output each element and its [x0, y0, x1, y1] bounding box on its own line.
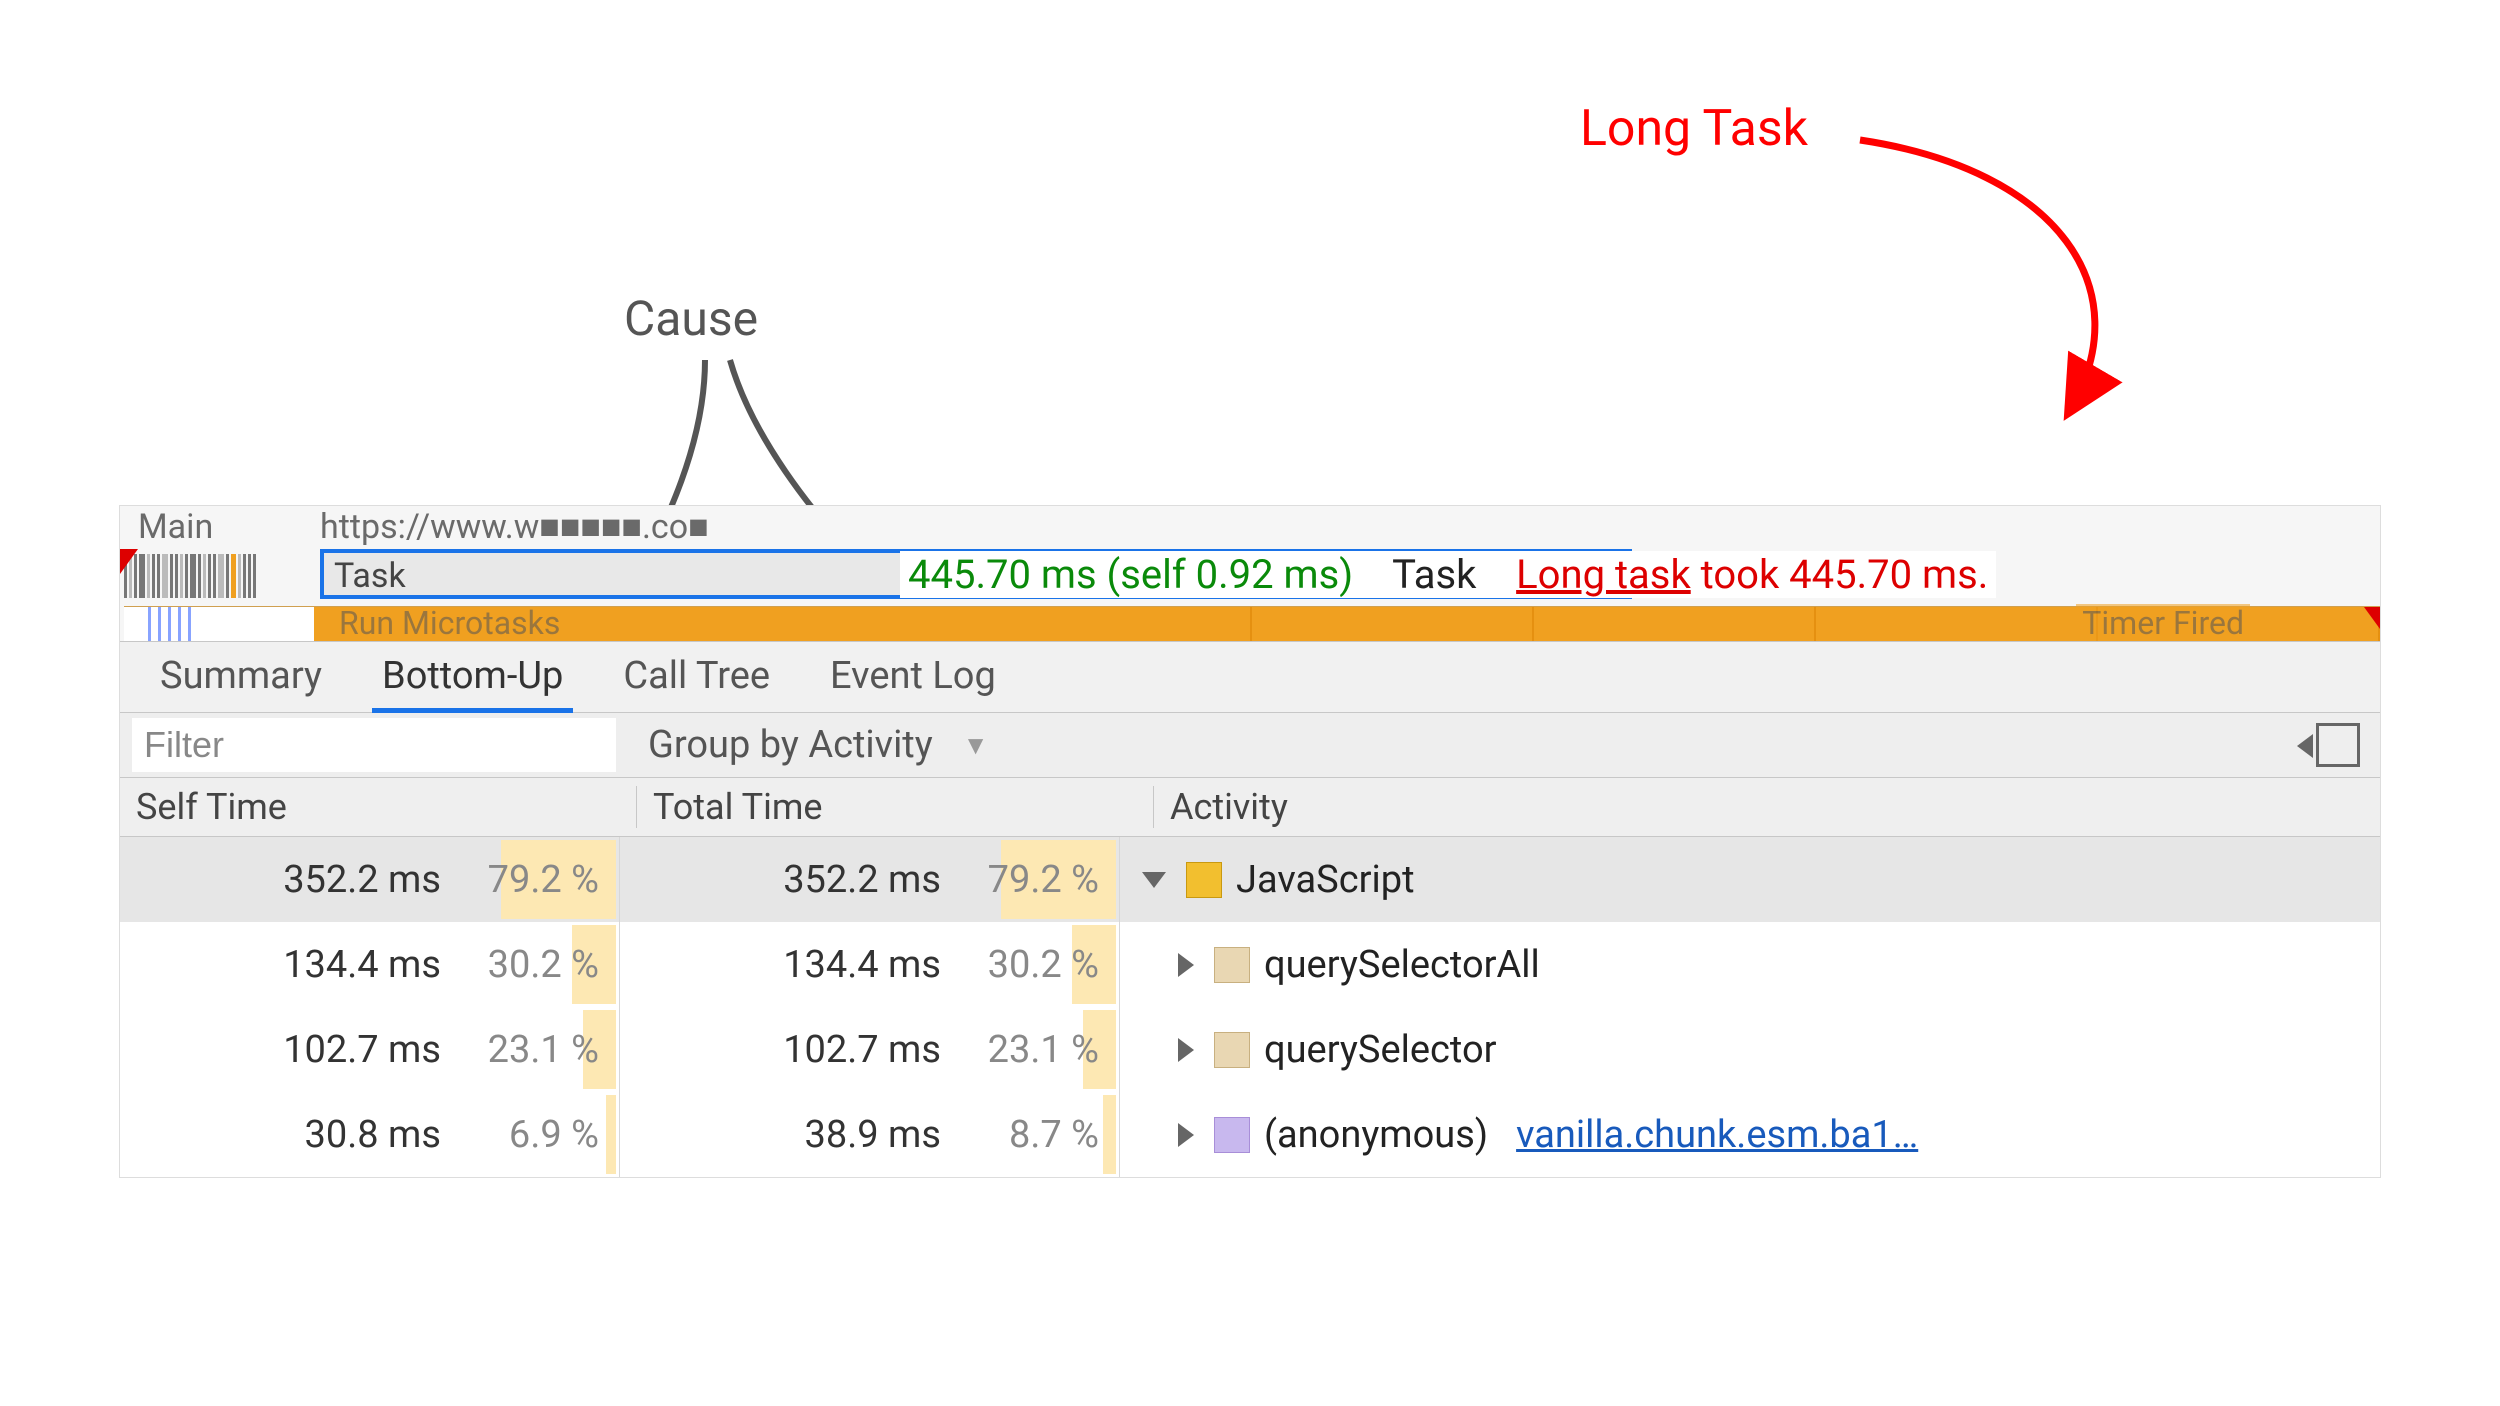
activity-label: JavaScript: [1236, 858, 1415, 902]
task-tooltip: 445.70 ms (self 0.92 ms) Task Long task …: [900, 551, 1996, 598]
flame-timer-fired: Timer Fired: [2076, 604, 2250, 642]
disclosure-triangle-icon[interactable]: [1178, 1123, 1194, 1147]
col-total-time[interactable]: Total Time: [637, 786, 1154, 828]
self-time-cell: 352.2 ms79.2 %: [120, 837, 620, 922]
activity-cell: (anonymous) vanilla.chunk.esm.ba1…: [1120, 1113, 2380, 1157]
time-value: 134.4 ms: [783, 943, 959, 987]
total-time-cell: 352.2 ms79.2 %: [620, 837, 1120, 922]
flame-subrow[interactable]: Run Microtasks Timer Fired: [124, 606, 2380, 641]
source-link[interactable]: vanilla.chunk.esm.ba1…: [1516, 1113, 1918, 1157]
long-task-marker-icon: [2364, 607, 2380, 629]
devtools-performance-panel: Main https://www.w■■■■■.co■ Task 445.70 …: [120, 506, 2380, 1177]
table-row[interactable]: 102.7 ms23.1 %102.7 ms23.1 %querySelecto…: [120, 1007, 2380, 1092]
task-kind: Task: [1392, 551, 1476, 598]
category-swatch-icon: [1186, 862, 1222, 898]
tab-call-tree[interactable]: Call Tree: [593, 644, 800, 712]
activity-cell: querySelector: [1120, 1028, 2380, 1072]
show-heaviest-stack-icon[interactable]: [2316, 723, 2360, 767]
time-percent: 23.1 %: [959, 1028, 1109, 1072]
bottom-up-toolbar: Group by Activity ▼: [120, 713, 2380, 778]
time-value: 102.7 ms: [283, 1028, 459, 1072]
time-value: 30.8 ms: [305, 1113, 459, 1157]
tab-bottom-up[interactable]: Bottom-Up: [352, 644, 593, 712]
activity-cell: JavaScript: [1120, 858, 2380, 902]
activity-cell: querySelectorAll: [1120, 943, 2380, 987]
activity-label: querySelectorAll: [1264, 943, 1540, 987]
disclosure-triangle-icon[interactable]: [1178, 1038, 1194, 1062]
time-percent: 30.2 %: [459, 943, 609, 987]
thread-url: https://www.w■■■■■.co■: [320, 507, 709, 547]
table-header: Self Time Total Time Activity: [120, 778, 2380, 837]
mini-timeline-bars: [124, 554, 314, 598]
self-time-cell: 134.4 ms30.2 %: [120, 922, 620, 1007]
time-value: 352.2 ms: [783, 858, 959, 902]
detail-tabs: Summary Bottom-Up Call Tree Event Log: [120, 642, 2380, 713]
tab-summary[interactable]: Summary: [130, 644, 352, 712]
activity-label: querySelector: [1264, 1028, 1497, 1072]
flame-run-microtasks: Run Microtasks: [339, 604, 560, 642]
long-task-link[interactable]: Long task: [1516, 551, 1691, 598]
group-by-label: Group by Activity: [648, 723, 933, 767]
table-row[interactable]: 352.2 ms79.2 %352.2 ms79.2 %JavaScript: [120, 837, 2380, 922]
time-percent: 79.2 %: [459, 858, 609, 902]
table-row[interactable]: 134.4 ms30.2 %134.4 ms30.2 %querySelecto…: [120, 922, 2380, 1007]
table-row[interactable]: 30.8 ms6.9 %38.9 ms8.7 %(anonymous) vani…: [120, 1092, 2380, 1177]
annotation-long-task: Long Task: [1580, 100, 1808, 158]
long-task-marker-icon: [120, 549, 138, 574]
time-percent: 79.2 %: [959, 858, 1109, 902]
total-time-cell: 38.9 ms8.7 %: [620, 1092, 1120, 1177]
time-percent: 23.1 %: [459, 1028, 609, 1072]
time-percent: 8.7 %: [959, 1113, 1109, 1157]
total-time-cell: 102.7 ms23.1 %: [620, 1007, 1120, 1092]
time-value: 134.4 ms: [283, 943, 459, 987]
time-value: 38.9 ms: [805, 1113, 959, 1157]
flamechart-strip[interactable]: Main https://www.w■■■■■.co■ Task 445.70 …: [120, 506, 2380, 642]
thread-label-main: Main: [138, 507, 213, 547]
time-value: 102.7 ms: [783, 1028, 959, 1072]
filter-input[interactable]: [132, 718, 616, 772]
long-task-took: took 445.70 ms.: [1691, 551, 1989, 598]
time-percent: 6.9 %: [459, 1113, 609, 1157]
col-self-time[interactable]: Self Time: [120, 786, 637, 828]
activity-label: (anonymous): [1264, 1113, 1488, 1157]
task-duration: 445.70 ms (self 0.92 ms): [908, 551, 1353, 598]
category-swatch-icon: [1214, 1117, 1250, 1153]
self-time-cell: 102.7 ms23.1 %: [120, 1007, 620, 1092]
disclosure-triangle-icon[interactable]: [1142, 872, 1166, 888]
group-by-dropdown[interactable]: Group by Activity ▼: [628, 723, 1008, 767]
category-swatch-icon: [1214, 947, 1250, 983]
total-time-cell: 134.4 ms30.2 %: [620, 922, 1120, 1007]
tab-event-log[interactable]: Event Log: [800, 644, 1026, 712]
col-activity[interactable]: Activity: [1154, 786, 2380, 828]
category-swatch-icon: [1214, 1032, 1250, 1068]
chevron-down-icon: ▼: [963, 730, 989, 761]
time-percent: 30.2 %: [959, 943, 1109, 987]
self-time-cell: 30.8 ms6.9 %: [120, 1092, 620, 1177]
time-value: 352.2 ms: [283, 858, 459, 902]
table-body: 352.2 ms79.2 %352.2 ms79.2 %JavaScript13…: [120, 837, 2380, 1177]
annotation-cause: Cause: [624, 290, 758, 347]
disclosure-triangle-icon[interactable]: [1178, 953, 1194, 977]
